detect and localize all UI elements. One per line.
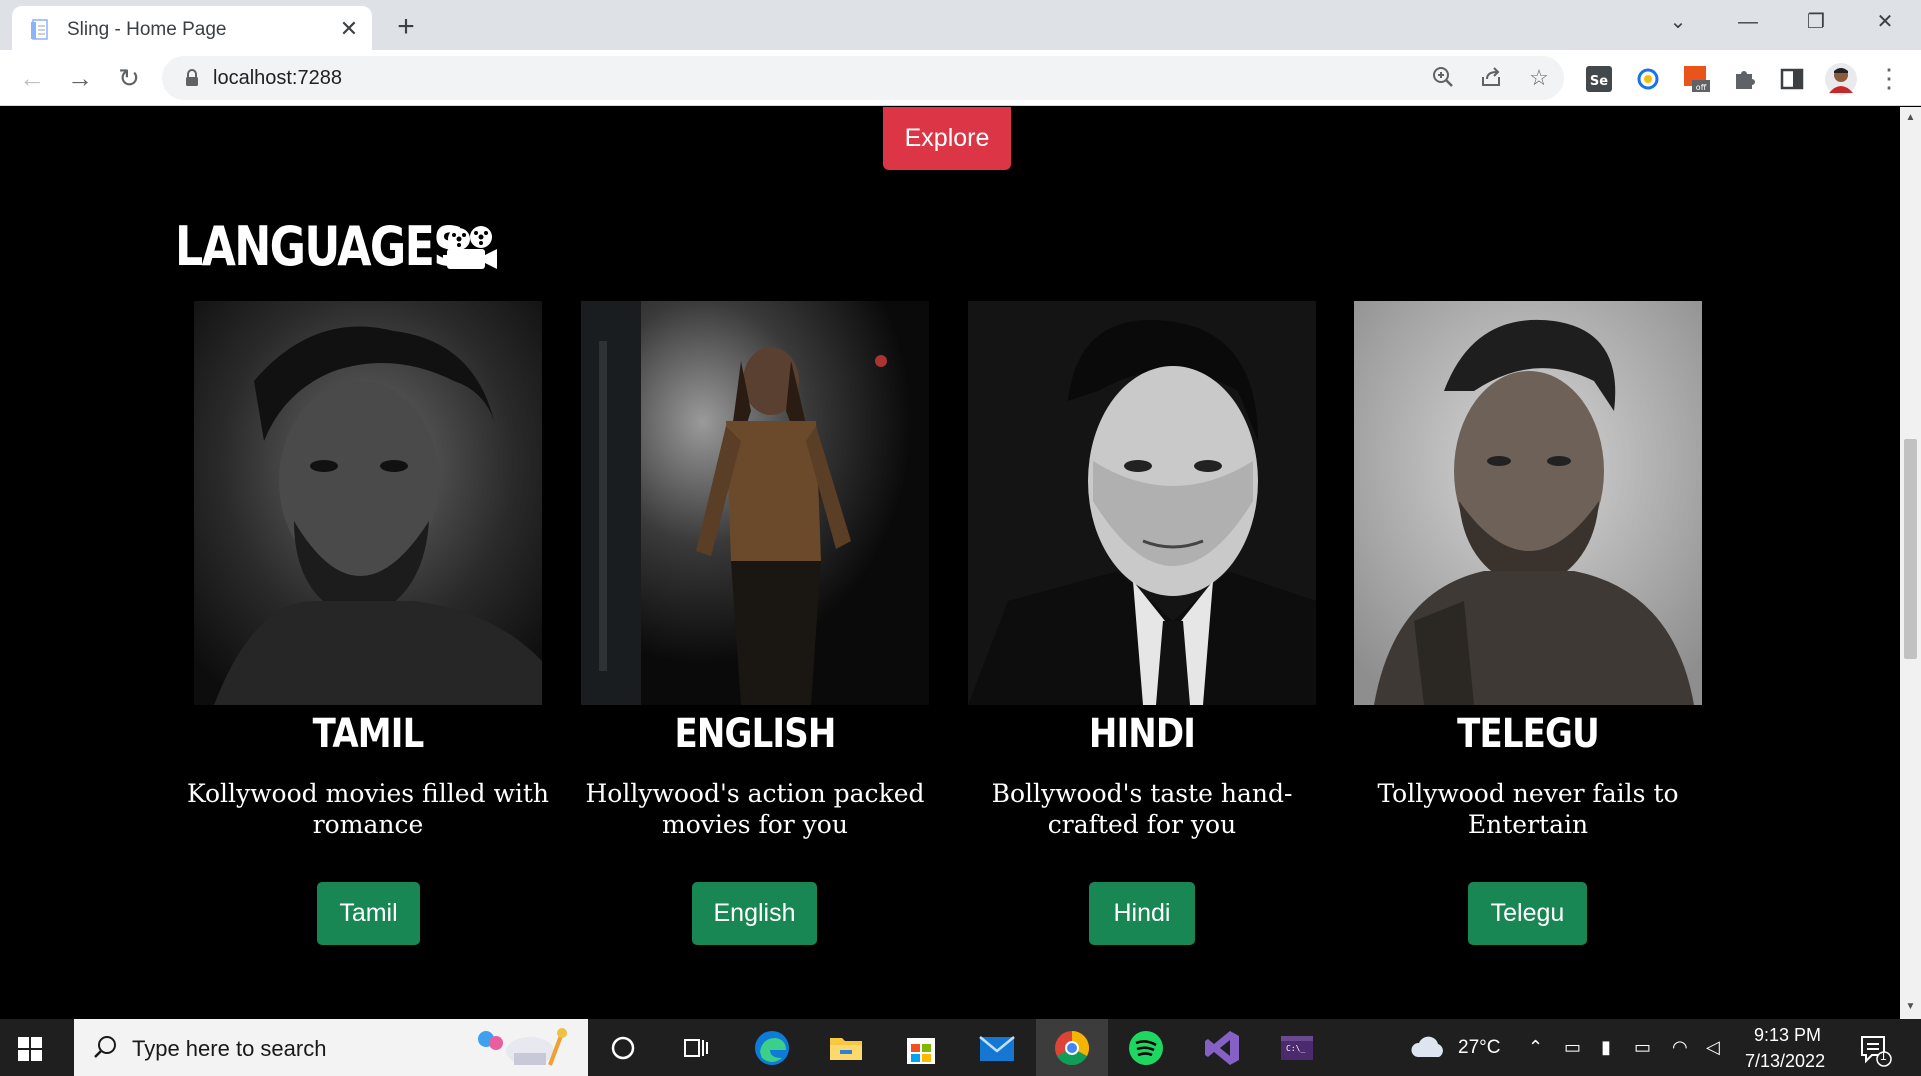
telegu-button[interactable]: Telegu bbox=[1468, 882, 1587, 945]
close-window-button[interactable]: ✕ bbox=[1855, 4, 1915, 40]
back-icon[interactable]: ← bbox=[14, 60, 50, 96]
svg-text:off: off bbox=[1696, 83, 1707, 92]
card-title: TAMIL bbox=[312, 711, 425, 757]
clock-time[interactable]: 9:13 PM bbox=[1754, 1025, 1821, 1046]
card-title: HINDI bbox=[1088, 711, 1196, 757]
card-image-english bbox=[581, 301, 929, 705]
notification-count: 1 bbox=[1880, 1049, 1887, 1063]
extension-icon[interactable] bbox=[1633, 64, 1663, 94]
scroll-down-icon[interactable]: ▼ bbox=[1904, 1000, 1917, 1014]
tab-search-icon[interactable]: ⌄ bbox=[1648, 4, 1708, 40]
search-highlight-icon bbox=[478, 1028, 567, 1066]
wifi-icon[interactable]: ◠ bbox=[1672, 1037, 1688, 1058]
weather-temperature: 27°C bbox=[1458, 1037, 1501, 1058]
hindi-button[interactable]: Hindi bbox=[1089, 882, 1195, 945]
english-button[interactable]: English bbox=[692, 882, 817, 945]
terminal-icon[interactable]: C:\_ bbox=[1261, 1019, 1333, 1076]
zoom-icon[interactable] bbox=[1430, 65, 1456, 91]
section-title: LANGUAGES bbox=[175, 215, 465, 278]
profile-avatar[interactable] bbox=[1824, 62, 1858, 96]
lock-icon bbox=[186, 69, 198, 86]
card-text: Bollywood's taste hand-crafted for you bbox=[991, 779, 1293, 839]
edge-browser-icon[interactable] bbox=[736, 1019, 808, 1076]
side-panel-icon[interactable] bbox=[1777, 64, 1807, 94]
svg-text:C:\_: C:\_ bbox=[1286, 1044, 1305, 1053]
scrollbar-thumb[interactable] bbox=[1904, 439, 1917, 659]
share-icon[interactable] bbox=[1478, 65, 1504, 91]
mail-icon[interactable] bbox=[961, 1019, 1033, 1076]
card-image-tamil bbox=[194, 301, 542, 705]
card-title: ENGLISH bbox=[674, 711, 837, 757]
bookmark-star-icon[interactable]: ☆ bbox=[1526, 65, 1552, 91]
card-text: Tollywood never fails to Entertain bbox=[1377, 779, 1679, 839]
url-text: localhost:7288 bbox=[213, 67, 342, 89]
reload-icon[interactable]: ↻ bbox=[111, 60, 147, 96]
scroll-up-icon[interactable]: ▲ bbox=[1904, 111, 1917, 125]
microphone-icon[interactable]: ▮ bbox=[1601, 1037, 1611, 1058]
card-image-telegu bbox=[1354, 301, 1702, 705]
card-text: Hollywood's action packed movies for you bbox=[585, 779, 925, 839]
windows-taskbar: Type here to search C:\_ 27°C ⌃ ▭ ▮ ▭ ◠ … bbox=[0, 1019, 1921, 1076]
page-viewport: Explore LANGUAGES TAMIL Kollywood movies… bbox=[0, 107, 1900, 1019]
microsoft-store-icon[interactable] bbox=[885, 1019, 957, 1076]
windows-start-icon[interactable] bbox=[18, 1037, 42, 1061]
cortana-icon[interactable] bbox=[587, 1019, 659, 1076]
browser-tab[interactable]: Sling - Home Page ✕ bbox=[12, 6, 372, 50]
card-title: TELEGU bbox=[1457, 711, 1600, 757]
tab-strip: Sling - Home Page ✕ + ⌄ — ❐ ✕ bbox=[0, 0, 1921, 50]
explore-button[interactable]: Explore bbox=[883, 107, 1011, 170]
extensions-puzzle-icon[interactable] bbox=[1730, 64, 1760, 94]
browser-menu-icon[interactable]: ⋮ bbox=[1871, 60, 1907, 96]
taskbar-search-box[interactable]: Type here to search bbox=[74, 1019, 588, 1076]
tamil-button[interactable]: Tamil bbox=[317, 882, 420, 945]
search-icon bbox=[94, 1036, 116, 1058]
svg-text:Se: Se bbox=[1590, 74, 1608, 89]
address-bar[interactable]: localhost:7288 ☆ bbox=[162, 56, 1564, 100]
clock-date[interactable]: 7/13/2022 bbox=[1745, 1051, 1825, 1072]
tab-title: Sling - Home Page bbox=[67, 19, 227, 40]
volume-icon[interactable]: ◁ bbox=[1706, 1037, 1720, 1058]
page-scrollbar[interactable]: ▲ ▼ bbox=[1900, 107, 1921, 1019]
card-image-hindi bbox=[968, 301, 1316, 705]
search-placeholder: Type here to search bbox=[132, 1036, 327, 1061]
battery-icon[interactable]: ▭ bbox=[1634, 1037, 1651, 1058]
new-tab-button[interactable]: + bbox=[388, 10, 424, 46]
task-view-icon[interactable] bbox=[659, 1019, 731, 1076]
tab-close-icon[interactable]: ✕ bbox=[334, 14, 364, 44]
restore-button[interactable]: ❐ bbox=[1786, 4, 1846, 40]
weather-cloud-icon[interactable] bbox=[1410, 1033, 1446, 1059]
selenium-extension-icon[interactable]: Se bbox=[1584, 64, 1614, 94]
extension-off-icon[interactable]: off bbox=[1682, 64, 1712, 94]
file-explorer-icon[interactable] bbox=[810, 1019, 882, 1076]
spotify-icon[interactable] bbox=[1110, 1019, 1182, 1076]
show-hidden-icons-chevron-icon[interactable]: ⌃ bbox=[1528, 1037, 1543, 1058]
page-favicon-icon bbox=[31, 19, 48, 40]
card-text: Kollywood movies filled with romance bbox=[186, 779, 550, 839]
forward-icon[interactable]: → bbox=[62, 60, 98, 96]
minimize-button[interactable]: — bbox=[1718, 4, 1778, 40]
visual-studio-icon[interactable] bbox=[1186, 1019, 1258, 1076]
meet-now-icon[interactable]: ▭ bbox=[1564, 1037, 1581, 1058]
browser-window: Sling - Home Page ✕ + ⌄ — ❐ ✕ ← → ↻ loca… bbox=[0, 0, 1921, 1076]
film-projector-icon bbox=[443, 226, 497, 269]
chrome-icon[interactable] bbox=[1036, 1019, 1108, 1076]
